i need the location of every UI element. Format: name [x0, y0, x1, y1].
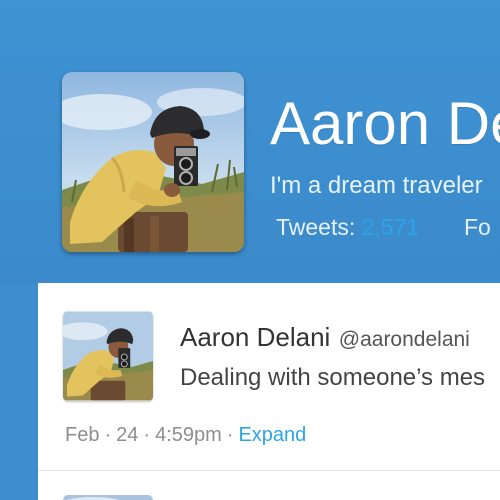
profile-name: Aaron De: [270, 90, 500, 157]
meta-separator: ·: [226, 424, 234, 446]
tweet-list: Aaron Delani @aarondelani Dealing with s…: [38, 283, 500, 500]
tweet-author-handle[interactable]: @aarondelani: [339, 328, 470, 351]
avatar-photo: [63, 311, 153, 401]
profile-header: Aaron De I'm a dream traveler Tweets: 2,…: [0, 0, 500, 283]
avatar-photo: [63, 495, 153, 500]
profile-stats: Tweets: 2,571 Fo: [276, 213, 491, 241]
next-tweet-avatar[interactable]: [63, 495, 153, 500]
tweet-meta: Feb · 24 · 4:59pm · Expand: [65, 423, 306, 447]
expand-link[interactable]: Expand: [238, 424, 306, 446]
avatar-photo: [62, 72, 244, 252]
tweets-stat-label: Tweets:: [276, 214, 356, 240]
tweet-date-month: Feb: [65, 424, 100, 446]
tweets-stat-value[interactable]: 2,571: [362, 214, 420, 240]
meta-separator: ·: [143, 424, 151, 446]
following-stat-label[interactable]: Fo: [464, 214, 491, 240]
tweet-author-name[interactable]: Aaron Delani: [180, 322, 330, 352]
tweet-text: Dealing with someone’s mes: [180, 364, 486, 391]
tweet-item[interactable]: Aaron Delani @aarondelani Dealing with s…: [38, 283, 500, 471]
tweet-time[interactable]: 4:59pm: [155, 424, 222, 446]
tweet-date-day: 24: [116, 424, 139, 446]
meta-separator: ·: [104, 424, 112, 446]
profile-bio: I'm a dream traveler: [270, 172, 483, 199]
profile-avatar[interactable]: [62, 72, 244, 252]
tweet-avatar[interactable]: [63, 311, 153, 401]
tweet-header: Aaron Delani @aarondelani: [180, 323, 470, 356]
